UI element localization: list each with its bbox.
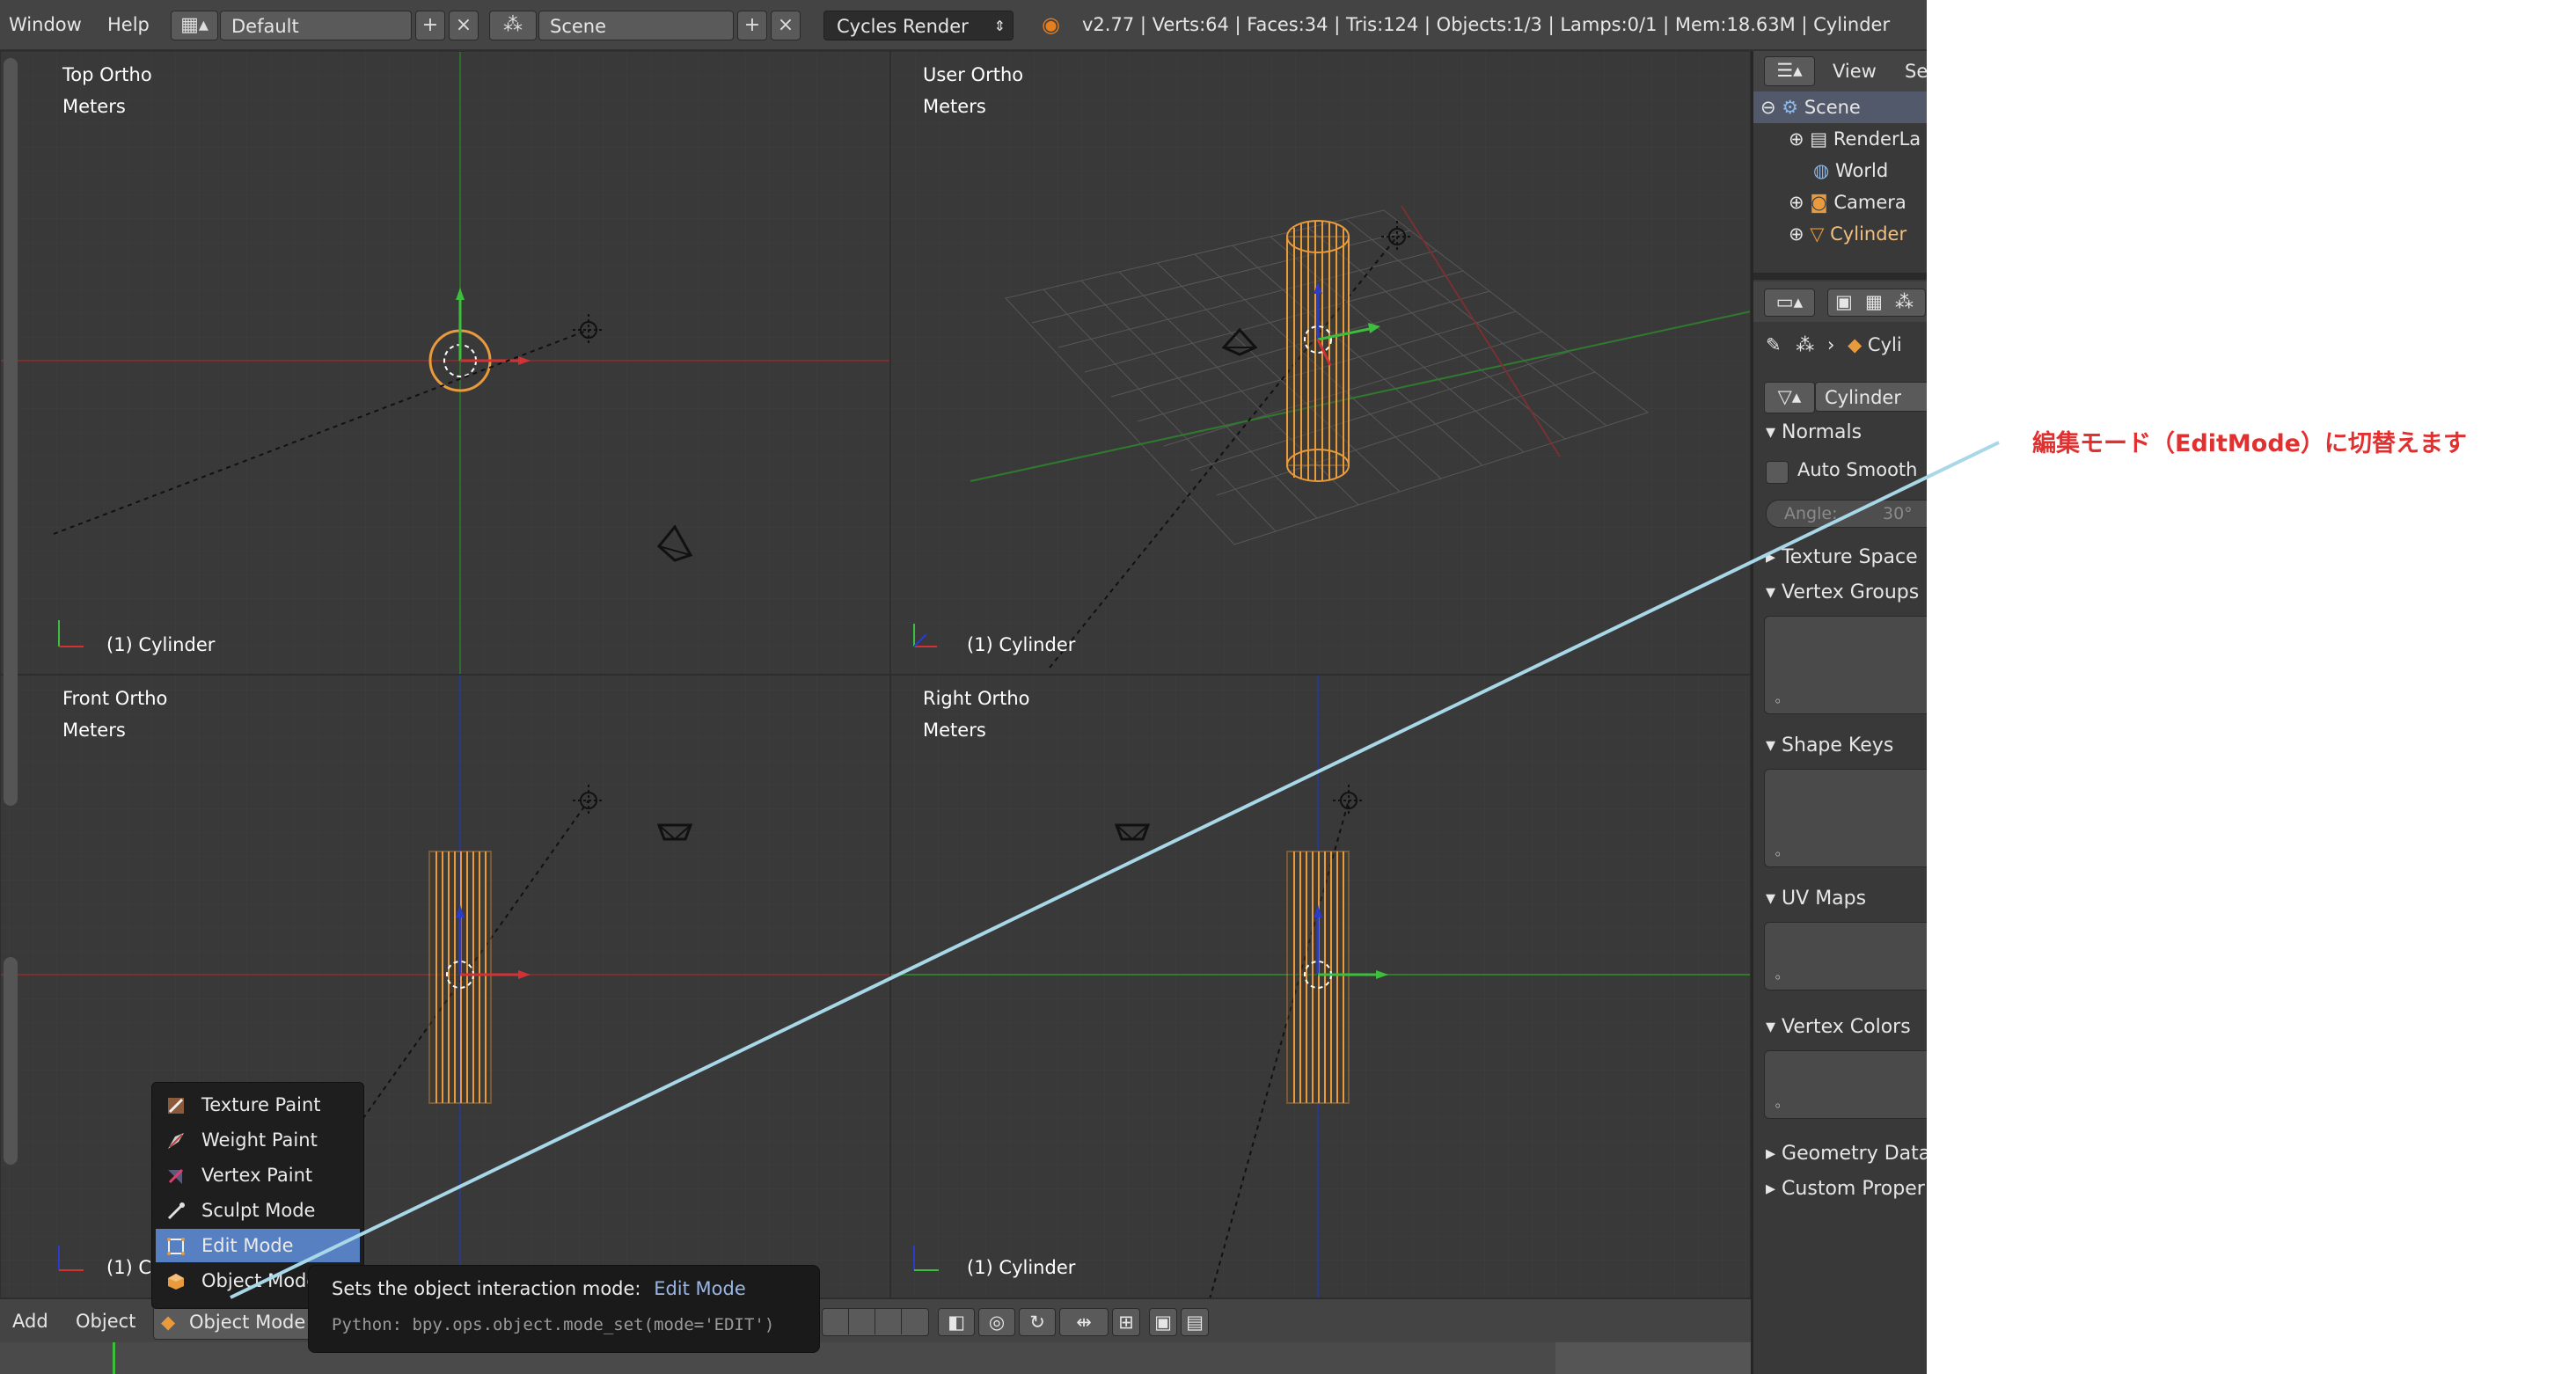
annotation-note: 編集モード（EditMode）に切替えます — [2032, 430, 2467, 457]
annotation-line — [230, 441, 2000, 1299]
annotation-overlay — [230, 441, 2000, 1299]
